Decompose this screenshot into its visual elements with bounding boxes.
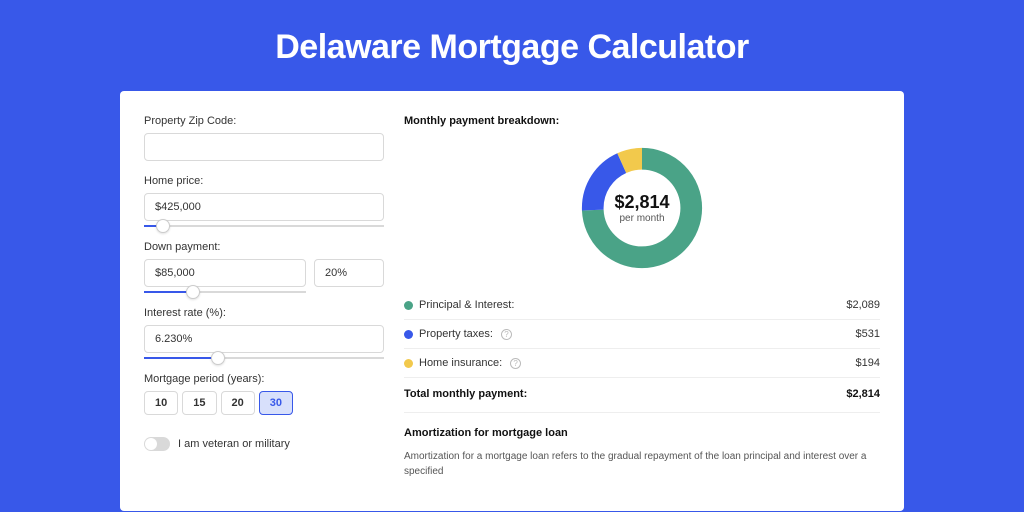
line-insurance: Home insurance: ? $194 <box>404 348 880 377</box>
line-label: Principal & Interest: <box>419 299 514 311</box>
home-price-slider[interactable] <box>144 225 384 227</box>
dot-icon <box>404 359 413 368</box>
home-price-slider-thumb[interactable] <box>156 219 170 233</box>
breakdown-lines: Principal & Interest: $2,089 Property ta… <box>404 291 880 412</box>
line-value: $2,089 <box>846 299 880 311</box>
line-value: $531 <box>856 328 880 340</box>
interest-rate-slider-thumb[interactable] <box>211 351 225 365</box>
donut-wrap: $2,814 per month <box>404 137 880 291</box>
period-option-10[interactable]: 10 <box>144 391 178 415</box>
help-icon[interactable]: ? <box>510 358 521 369</box>
interest-rate-slider[interactable] <box>144 357 384 359</box>
line-total: Total monthly payment: $2,814 <box>404 377 880 412</box>
line-principal: Principal & Interest: $2,089 <box>404 291 880 319</box>
amortization-title: Amortization for mortgage loan <box>404 427 880 439</box>
breakdown-title: Monthly payment breakdown: <box>404 115 880 127</box>
interest-rate-label: Interest rate (%): <box>144 307 384 319</box>
donut-amount: $2,814 <box>614 192 669 213</box>
dot-icon <box>404 301 413 310</box>
donut-sublabel: per month <box>619 213 664 224</box>
veteran-toggle[interactable] <box>144 437 170 451</box>
donut-center: $2,814 per month <box>577 143 707 273</box>
zip-label: Property Zip Code: <box>144 115 384 127</box>
zip-field: Property Zip Code: <box>144 115 384 161</box>
mortgage-period-field: Mortgage period (years): 10 15 20 30 <box>144 373 384 415</box>
interest-rate-slider-fill <box>144 357 218 359</box>
veteran-toggle-knob <box>145 438 157 450</box>
veteran-label: I am veteran or military <box>178 438 290 450</box>
home-price-label: Home price: <box>144 175 384 187</box>
line-label: Home insurance: <box>419 357 502 369</box>
breakdown-panel: Monthly payment breakdown: $2,814 per mo… <box>404 115 880 511</box>
home-price-input[interactable] <box>144 193 384 221</box>
mortgage-period-label: Mortgage period (years): <box>144 373 384 385</box>
line-taxes: Property taxes: ? $531 <box>404 319 880 348</box>
zip-input[interactable] <box>144 133 384 161</box>
dot-icon <box>404 330 413 339</box>
down-payment-field: Down payment: <box>144 241 384 293</box>
form-panel: Property Zip Code: Home price: Down paym… <box>144 115 384 511</box>
veteran-row: I am veteran or military <box>144 437 384 451</box>
total-value: $2,814 <box>846 388 880 400</box>
line-label: Property taxes: <box>419 328 493 340</box>
period-option-30[interactable]: 30 <box>259 391 293 415</box>
down-payment-amount-input[interactable] <box>144 259 306 287</box>
line-value: $194 <box>856 357 880 369</box>
payment-donut-chart: $2,814 per month <box>577 143 707 273</box>
period-option-15[interactable]: 15 <box>182 391 216 415</box>
amortization-body: Amortization for a mortgage loan refers … <box>404 449 880 479</box>
down-payment-percent-input[interactable] <box>314 259 384 287</box>
down-payment-slider-thumb[interactable] <box>186 285 200 299</box>
help-icon[interactable]: ? <box>501 329 512 340</box>
interest-rate-input[interactable] <box>144 325 384 353</box>
home-price-field: Home price: <box>144 175 384 227</box>
total-label: Total monthly payment: <box>404 388 527 400</box>
interest-rate-field: Interest rate (%): <box>144 307 384 359</box>
down-payment-slider[interactable] <box>144 291 306 293</box>
page-title: Delaware Mortgage Calculator <box>0 0 1024 91</box>
period-option-20[interactable]: 20 <box>221 391 255 415</box>
down-payment-label: Down payment: <box>144 241 384 253</box>
calculator-card: Property Zip Code: Home price: Down paym… <box>120 91 904 511</box>
mortgage-period-options: 10 15 20 30 <box>144 391 384 415</box>
amortization-section: Amortization for mortgage loan Amortizat… <box>404 412 880 479</box>
